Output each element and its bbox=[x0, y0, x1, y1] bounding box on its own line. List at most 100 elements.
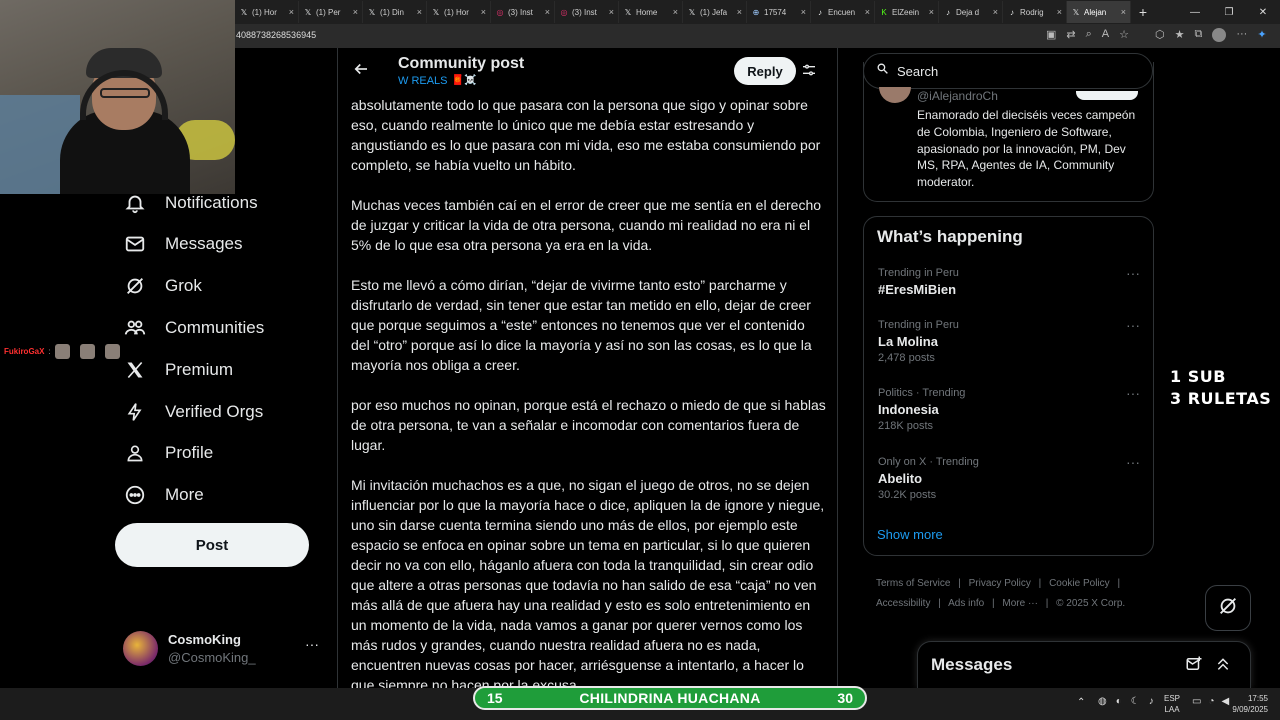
tab-close-icon[interactable]: × bbox=[929, 7, 934, 17]
tab-close-icon[interactable]: × bbox=[673, 7, 678, 17]
zoom-icon[interactable]: ⌕ bbox=[1086, 28, 1092, 42]
favorite-star-icon[interactable]: ☆ bbox=[1119, 28, 1129, 42]
browser-tab[interactable]: ♪ Deja d × bbox=[939, 1, 1003, 23]
network-tray-icon[interactable]: ◍ bbox=[1098, 696, 1107, 707]
install-app-icon[interactable]: ▣ bbox=[1046, 28, 1056, 42]
browser-tab[interactable]: ◎ (3) Inst × bbox=[491, 1, 555, 23]
tab-close-icon[interactable]: × bbox=[1057, 7, 1062, 17]
microphone-icon[interactable]: ♪ bbox=[1149, 696, 1154, 707]
tab-close-icon[interactable]: × bbox=[417, 7, 422, 17]
restore-button[interactable]: ❐ bbox=[1212, 7, 1246, 18]
trend-meta: Trending in Peru bbox=[878, 267, 959, 279]
account-switcher[interactable]: CosmoKing @CosmoKing_ ··· bbox=[123, 630, 323, 670]
footer-ads[interactable]: Ads info bbox=[948, 598, 984, 609]
tab-label: (1) Per bbox=[316, 7, 341, 17]
grok-float-button[interactable] bbox=[1205, 585, 1251, 631]
people-icon bbox=[123, 316, 147, 340]
nav-premium[interactable]: Premium bbox=[123, 351, 233, 389]
tab-close-icon[interactable]: × bbox=[481, 7, 486, 17]
extensions-icon[interactable]: ⬡ bbox=[1155, 28, 1165, 42]
community-link[interactable]: W REALS 🧧☠️ bbox=[398, 75, 476, 87]
post-button[interactable]: Post bbox=[115, 523, 309, 567]
nav-communities[interactable]: Communities bbox=[123, 309, 264, 347]
filter-sliders-icon[interactable] bbox=[801, 62, 817, 83]
trend-item[interactable]: Only on X · Trending Abelito 30.2K posts… bbox=[878, 454, 1140, 501]
follow-button-edge[interactable] bbox=[1076, 91, 1138, 100]
favorites-icon[interactable]: ★ bbox=[1175, 28, 1185, 42]
browser-menu-icon[interactable]: ··· bbox=[1236, 28, 1247, 42]
browser-tab[interactable]: 𝕏 (1) Jefa × bbox=[683, 1, 747, 23]
tab-close-icon[interactable]: × bbox=[353, 7, 358, 17]
tab-close-icon[interactable]: × bbox=[545, 7, 550, 17]
footer-more[interactable]: More ··· bbox=[1002, 598, 1038, 609]
url-field[interactable]: 4088738268536945 bbox=[236, 30, 316, 40]
browser-tab[interactable]: 𝕏 (1) Per × bbox=[299, 1, 363, 23]
trend-item[interactable]: Politics · Trending Indonesia 218K posts… bbox=[878, 385, 1140, 432]
tab-close-icon[interactable]: × bbox=[865, 7, 870, 17]
trend-more-icon[interactable]: ··· bbox=[1126, 265, 1140, 281]
show-more-link[interactable]: Show more bbox=[877, 527, 943, 542]
tab-close-icon[interactable]: × bbox=[801, 7, 806, 17]
main-column: Community post W REALS 🧧☠️ Reply absolut… bbox=[337, 48, 838, 688]
read-aloud-icon[interactable]: A bbox=[1102, 28, 1109, 42]
nav-grok[interactable]: Grok bbox=[123, 267, 202, 305]
close-window-button[interactable]: ✕ bbox=[1246, 7, 1280, 18]
nav-verified-orgs[interactable]: Verified Orgs bbox=[123, 393, 263, 431]
tab-label: 17574 bbox=[764, 7, 787, 17]
minimize-button[interactable]: — bbox=[1178, 7, 1212, 18]
nav-more[interactable]: More bbox=[123, 476, 204, 514]
instagram-icon: ◎ bbox=[560, 7, 568, 17]
browser-tab[interactable]: ⊕ 17574 × bbox=[747, 1, 811, 23]
chat-username: FukiroGaX bbox=[4, 347, 45, 356]
tray-chevron-icon[interactable]: ⌃ bbox=[1077, 697, 1085, 708]
tab-label: (1) Jefa bbox=[700, 7, 728, 17]
browser-tab[interactable]: ♪ Encuen × bbox=[811, 1, 875, 23]
tab-close-icon[interactable]: × bbox=[737, 7, 742, 17]
trend-more-icon[interactable]: ··· bbox=[1126, 454, 1140, 470]
browser-tab[interactable]: 𝕏 Alejan × bbox=[1067, 1, 1131, 23]
profile-avatar-icon[interactable] bbox=[1212, 28, 1227, 42]
trend-more-icon[interactable]: ··· bbox=[1126, 385, 1140, 401]
browser-tab[interactable]: K ElZeein × bbox=[875, 1, 939, 23]
browser-tab[interactable]: 𝕏 (1) Din × bbox=[363, 1, 427, 23]
nav-label: Messages bbox=[165, 234, 243, 253]
trend-count: 30.2K posts bbox=[878, 489, 937, 501]
tab-close-icon[interactable]: × bbox=[993, 7, 998, 17]
trend-count: 218K posts bbox=[878, 420, 934, 432]
tab-close-icon[interactable]: × bbox=[1121, 7, 1126, 17]
tab-label: Encuen bbox=[828, 7, 856, 17]
x-logo-icon bbox=[123, 358, 147, 382]
browser-tab[interactable]: 𝕏 (1) Hor × bbox=[427, 1, 491, 23]
collections-icon[interactable]: ⧉ bbox=[1195, 28, 1203, 42]
footer-privacy[interactable]: Privacy Policy bbox=[969, 578, 1031, 589]
nav-profile[interactable]: Profile bbox=[123, 434, 213, 472]
app-tray-icon[interactable]: ☾ bbox=[1131, 696, 1140, 707]
back-arrow-icon[interactable] bbox=[352, 60, 372, 80]
reply-button[interactable]: Reply bbox=[734, 57, 796, 85]
browser-tab[interactable]: 𝕏 (1) Hor × bbox=[235, 1, 299, 23]
trend-item[interactable]: Trending in Peru #EresMiBien ··· bbox=[878, 265, 1140, 297]
browser-tab[interactable]: 𝕏 Home × bbox=[619, 1, 683, 23]
tab-close-icon[interactable]: × bbox=[289, 7, 294, 17]
trend-more-icon[interactable]: ··· bbox=[1126, 317, 1140, 333]
trend-name: #EresMiBien bbox=[878, 282, 957, 297]
copilot-icon[interactable]: ✦ bbox=[1257, 28, 1266, 42]
app-tray-icon[interactable]: ◐ bbox=[1116, 696, 1122, 707]
language-indicator[interactable]: ESP LAA bbox=[1164, 693, 1180, 715]
footer-accessibility[interactable]: Accessibility bbox=[876, 598, 930, 609]
tab-close-icon[interactable]: × bbox=[609, 7, 614, 17]
clock[interactable]: 17:55 9/09/2025 bbox=[1226, 693, 1268, 715]
browser-tab[interactable]: ◎ (3) Inst × bbox=[555, 1, 619, 23]
new-message-icon[interactable] bbox=[1185, 655, 1203, 678]
nav-notifications[interactable]: Notifications bbox=[123, 184, 258, 222]
browser-tab[interactable]: ♪ Rodrig × bbox=[1003, 1, 1067, 23]
system-tray-status[interactable]: ▭ ◔ ◀ bbox=[1192, 696, 1229, 707]
expand-chevron-icon[interactable] bbox=[1215, 655, 1231, 678]
new-tab-button[interactable]: + bbox=[1131, 4, 1155, 20]
nav-messages[interactable]: Messages bbox=[123, 225, 242, 263]
translate-icon[interactable]: ⇄ bbox=[1066, 28, 1075, 42]
trend-item[interactable]: Trending in Peru La Molina 2,478 posts ·… bbox=[878, 317, 1140, 364]
footer-terms[interactable]: Terms of Service bbox=[876, 578, 950, 589]
footer-cookie[interactable]: Cookie Policy bbox=[1049, 578, 1110, 589]
messages-drawer[interactable]: Messages bbox=[917, 641, 1251, 688]
